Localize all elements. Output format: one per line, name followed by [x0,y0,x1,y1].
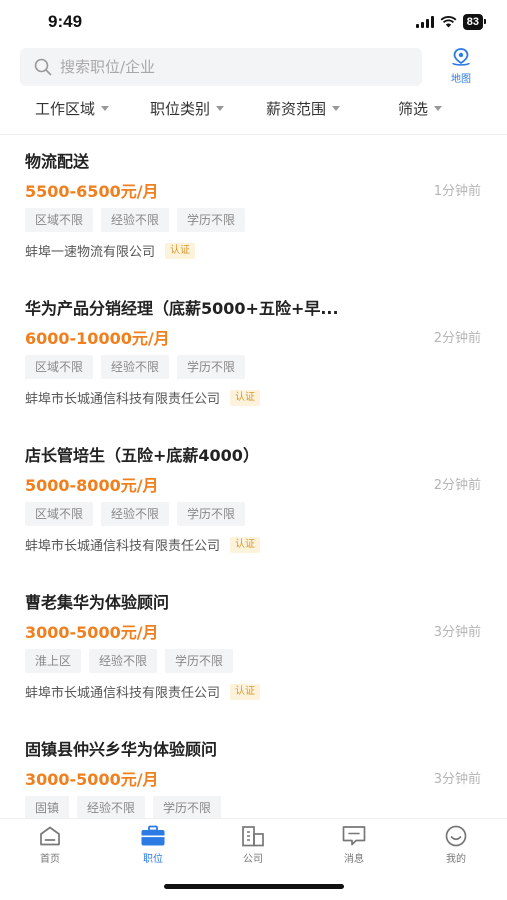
job-tag: 学历不限 [177,355,246,379]
job-card[interactable]: 华为产品分销经理（底薪5000+五险+早... 6000-10000元/月 2分… [0,282,507,429]
building-icon [242,826,264,847]
tab-label: 消息 [344,854,364,865]
tab-messages[interactable]: 消息 [324,825,384,865]
home-icon [40,826,60,846]
filter-work-area[interactable]: 工作区域 [35,98,110,119]
job-tag: 经验不限 [101,208,170,232]
tab-jobs[interactable]: 职位 [123,825,183,865]
job-salary: 6000-10000元/月 [25,329,170,348]
caret-down-icon [101,106,110,111]
filter-label: 工作区域 [35,100,96,118]
job-tag: 淮上区 [25,649,82,673]
tab-label: 职位 [143,854,163,865]
job-card[interactable]: 曹老集华为体验顾问 3000-5000元/月 3分钟前 淮上区 经验不限 学历不… [0,576,507,723]
job-post-time: 2分钟前 [433,478,481,493]
job-tags: 淮上区 经验不限 学历不限 [25,649,234,673]
company-row: 蚌埠一速物流有限公司 认证 [25,241,196,260]
job-card[interactable]: 固镇县仲兴乡华为体验顾问 3000-5000元/月 3分钟前 固镇 经验不限 学… [0,723,507,818]
job-tag: 经验不限 [77,796,146,818]
tab-label: 首页 [40,854,60,865]
job-title: 物流配送 [25,152,90,171]
search-input[interactable] [60,58,390,76]
job-post-time: 2分钟前 [433,331,481,346]
map-button[interactable]: 地图 [440,48,482,88]
briefcase-icon [141,825,165,846]
map-pin-icon [452,48,470,66]
job-tag: 固镇 [25,796,70,818]
verified-badge: 认证 [230,536,261,553]
job-tag: 经验不限 [89,649,158,673]
filter-label: 职位类别 [150,100,211,118]
job-tag: 经验不限 [101,502,170,526]
profile-icon [445,825,467,847]
job-list: 物流配送 5500-6500元/月 1分钟前 区域不限 经验不限 学历不限 蚌埠… [0,135,507,818]
tab-company[interactable]: 公司 [223,825,283,865]
company-name: 蚌埠市长城通信科技有限责任公司 [25,392,221,407]
job-salary: 5500-6500元/月 [25,182,159,201]
job-tag: 区域不限 [25,355,94,379]
signal-icon [415,16,434,28]
verified-badge: 认证 [230,683,261,700]
job-post-time: 3分钟前 [433,625,481,640]
company-name: 蚌埠一速物流有限公司 [25,245,156,260]
job-tags: 区域不限 经验不限 学历不限 [25,355,246,379]
job-title: 曹老集华为体验顾问 [25,593,170,612]
home-indicator [164,884,344,889]
job-tag: 经验不限 [101,355,170,379]
job-salary: 3000-5000元/月 [25,770,159,789]
job-tags: 区域不限 经验不限 学历不限 [25,502,246,526]
company-name: 蚌埠市长城通信科技有限责任公司 [25,686,221,701]
status-bar: 9:49 83 [0,0,507,46]
map-button-label: 地图 [451,74,471,85]
job-post-time: 1分钟前 [433,184,481,199]
tab-profile[interactable]: 我的 [426,825,486,865]
wifi-icon [440,16,457,28]
tab-label: 公司 [243,854,263,865]
tab-label: 我的 [446,854,466,865]
status-indicators: 83 [415,14,487,30]
job-tag: 区域不限 [25,208,94,232]
filter-job-category[interactable]: 职位类别 [150,98,225,119]
job-post-time: 3分钟前 [433,772,481,787]
caret-down-icon [332,106,341,111]
job-card[interactable]: 店长管培生（五险+底薪4000） 5000-8000元/月 2分钟前 区域不限 … [0,429,507,576]
status-time: 9:49 [48,12,83,31]
company-row: 蚌埠市长城通信科技有限责任公司 认证 [25,535,261,554]
filter-bar: 工作区域 职位类别 薪资范围 筛选 [0,94,507,124]
verified-badge: 认证 [230,389,261,406]
caret-down-icon [216,106,225,111]
job-tag: 区域不限 [25,502,94,526]
job-tag: 学历不限 [153,796,222,818]
job-title: 固镇县仲兴乡华为体验顾问 [25,740,218,759]
company-name: 蚌埠市长城通信科技有限责任公司 [25,539,221,554]
job-card[interactable]: 物流配送 5500-6500元/月 1分钟前 区域不限 经验不限 学历不限 蚌埠… [0,135,507,282]
filter-more[interactable]: 筛选 [398,98,443,119]
company-row: 蚌埠市长城通信科技有限责任公司 认证 [25,388,261,407]
caret-down-icon [434,106,443,111]
job-tags: 固镇 经验不限 学历不限 [25,796,222,818]
search-bar[interactable] [20,48,422,86]
job-tag: 学历不限 [177,502,246,526]
job-salary: 3000-5000元/月 [25,623,159,642]
filter-label: 薪资范围 [266,100,327,118]
message-icon [342,826,366,846]
job-title: 华为产品分销经理（底薪5000+五险+早... [25,299,339,318]
bottom-tab-bar: 首页 职位 公司 消息 我的 [0,818,507,870]
filter-salary-range[interactable]: 薪资范围 [266,98,341,119]
battery-icon: 83 [462,14,487,30]
job-title: 店长管培生（五险+底薪4000） [25,446,259,465]
company-row: 蚌埠市长城通信科技有限责任公司 认证 [25,682,261,701]
job-tag: 学历不限 [165,649,234,673]
job-salary: 5000-8000元/月 [25,476,159,495]
tab-home[interactable]: 首页 [20,825,80,865]
job-tag: 学历不限 [177,208,246,232]
verified-badge: 认证 [165,242,196,259]
job-tags: 区域不限 经验不限 学历不限 [25,208,246,232]
search-icon [34,58,52,76]
filter-label: 筛选 [398,100,429,118]
